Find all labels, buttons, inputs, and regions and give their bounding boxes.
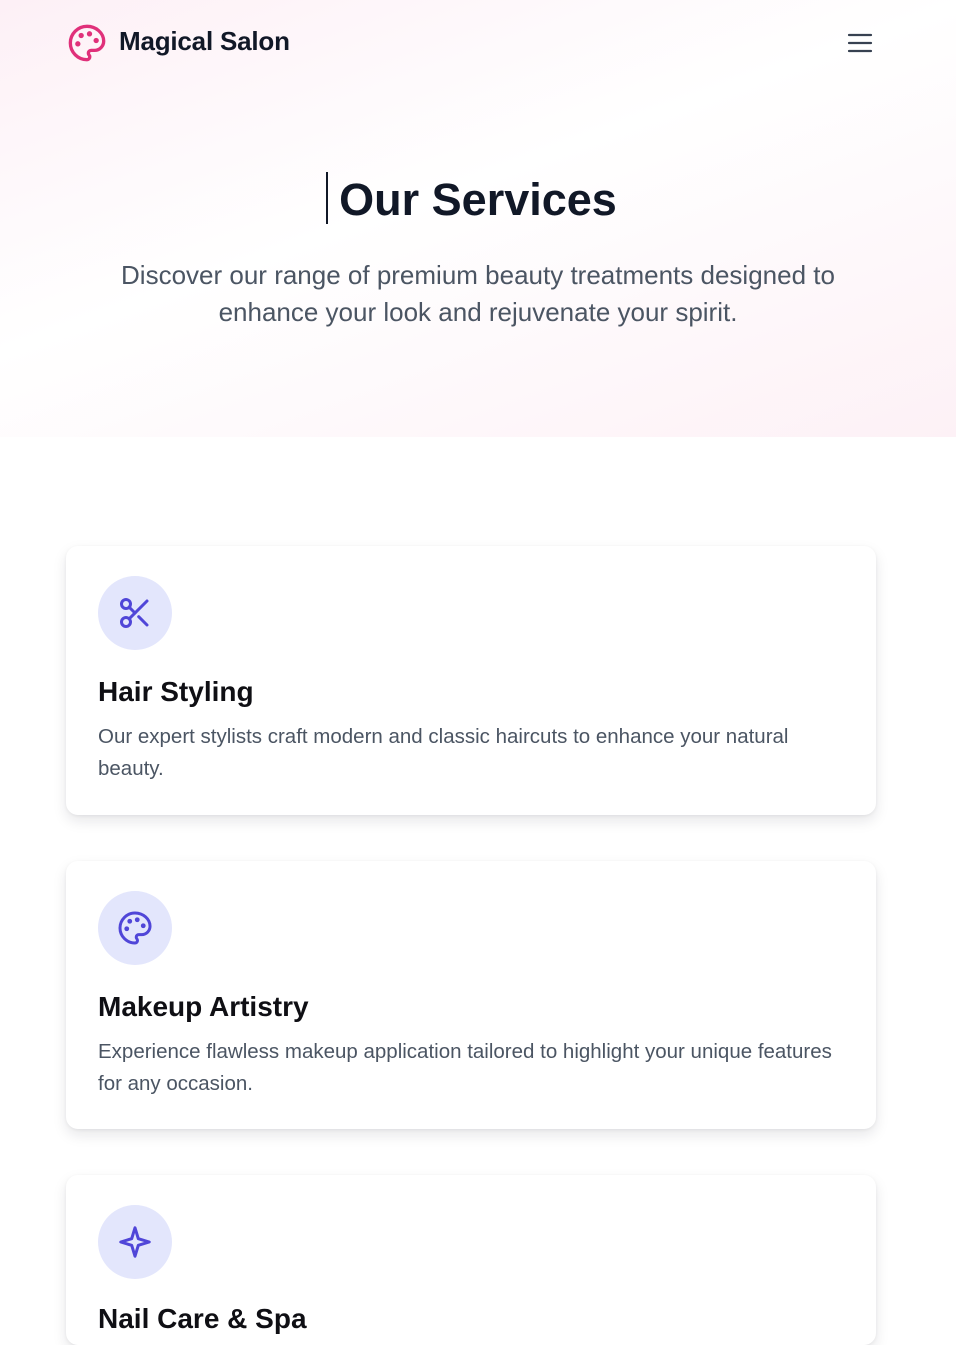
palette-icon — [118, 911, 152, 945]
page-subtitle: Discover our range of premium beauty tre… — [121, 260, 835, 327]
service-icon-badge — [98, 576, 172, 650]
service-card-nail-care-spa: Nail Care & Spa — [66, 1175, 876, 1345]
brand-name[interactable]: Magical Salon — [119, 26, 290, 57]
service-icon-badge — [98, 1205, 172, 1279]
service-description: Experience flawless makeup application t… — [98, 1040, 832, 1095]
menu-icon[interactable] — [843, 27, 877, 59]
service-description: Our expert stylists craft modern and cla… — [98, 725, 789, 780]
scissors-icon — [120, 598, 149, 628]
page-title: Our Services — [339, 174, 617, 225]
service-title: Makeup Artistry — [98, 991, 309, 1022]
service-icon-badge — [98, 891, 172, 965]
palette-icon[interactable] — [67, 23, 107, 63]
service-card-hair-styling: Hair Styling Our expert stylists craft m… — [66, 546, 876, 815]
service-card-makeup-artistry: Makeup Artistry Experience flawless make… — [66, 861, 876, 1129]
sparkle-icon — [119, 1226, 151, 1258]
service-title: Hair Styling — [98, 676, 254, 707]
service-title: Nail Care & Spa — [98, 1303, 307, 1334]
